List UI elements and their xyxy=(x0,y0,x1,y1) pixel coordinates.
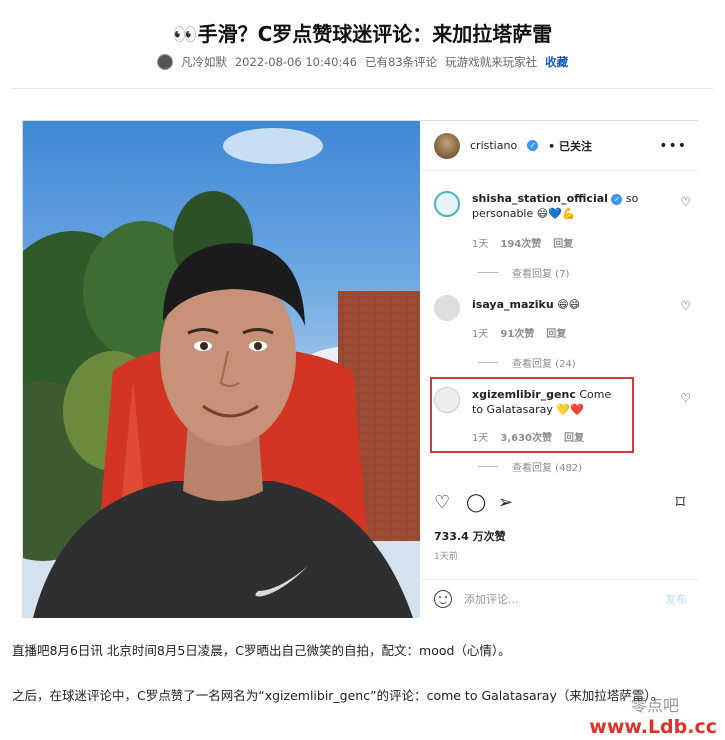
article-source[interactable]: 玩游戏就来玩家社 xyxy=(445,54,537,70)
comment-input[interactable]: 添加评论... xyxy=(464,591,519,607)
comment-likes[interactable]: 194次赞 xyxy=(500,235,541,250)
commenter-avatar[interactable] xyxy=(434,191,460,217)
heart-icon[interactable]: ♡ xyxy=(434,492,450,513)
author-name[interactable]: 凡冷如默 xyxy=(181,54,227,70)
comment-meta: 1天 194次赞 回复 xyxy=(472,235,573,250)
divider xyxy=(12,88,713,89)
author-avatar[interactable] xyxy=(156,54,173,70)
like-comment-icon[interactable]: ♡ xyxy=(680,195,691,209)
selfie-photo xyxy=(23,121,420,618)
posted-time: 1天前 xyxy=(434,552,458,562)
watermark-text: 零点吧 xyxy=(630,696,679,715)
article-meta: 凡冷如默 2022-08-06 10:40:46 已有83条评论 玩游戏就来玩家… xyxy=(0,54,725,70)
replies-divider xyxy=(478,466,498,467)
share-icon[interactable]: ➢ xyxy=(498,492,513,513)
reply-button[interactable]: 回复 xyxy=(546,325,566,340)
view-replies-label[interactable]: 查看回复 (482) xyxy=(512,459,582,474)
comment-body: 😄😄 xyxy=(557,298,581,311)
post-header: cristiano ✓ • 已关注 ••• xyxy=(420,121,699,171)
comment-text: shisha_station_official ✓ so personable … xyxy=(472,191,672,221)
article-title: 👀手滑？C罗点赞球迷评论：来加拉塔萨雷 xyxy=(172,22,553,46)
add-comment-bar: 添加评论... 发布 xyxy=(420,579,699,618)
comments-panel: cristiano ✓ • 已关注 ••• shisha_station_off… xyxy=(420,121,699,618)
commenter-avatar[interactable] xyxy=(434,295,460,321)
replies-divider xyxy=(478,272,498,273)
commenter-avatar[interactable] xyxy=(434,387,460,413)
like-comment-icon[interactable]: ♡ xyxy=(680,299,691,313)
view-replies[interactable]: 查看回复 (7) xyxy=(478,265,569,280)
comment-text: isaya_maziku 😄😄 xyxy=(472,297,672,312)
comment-text: xgizemlibir_genc Come to Galatasaray 💛❤️ xyxy=(472,387,622,417)
post-username[interactable]: cristiano xyxy=(470,139,517,152)
like-comment-icon[interactable]: ♡ xyxy=(680,391,691,405)
comment-count[interactable]: 已有83条评论 xyxy=(365,54,437,70)
commenter-name[interactable]: isaya_maziku xyxy=(472,298,554,311)
watermark: 零点吧 www.Ldb.cc xyxy=(589,692,717,738)
commenter-name[interactable]: xgizemlibir_genc xyxy=(472,388,576,401)
instagram-post-screenshot: cristiano ✓ • 已关注 ••• shisha_station_off… xyxy=(22,120,699,618)
commenter-name[interactable]: shisha_station_official xyxy=(472,192,608,205)
article-paragraph: 直播吧8月6日讯 北京时间8月5日凌晨，C罗晒出自己微笑的自拍，配文：mood（… xyxy=(12,643,511,658)
post-comment-button[interactable]: 发布 xyxy=(665,591,687,607)
view-replies-label[interactable]: 查看回复 (7) xyxy=(512,265,569,280)
profile-avatar[interactable] xyxy=(434,132,460,159)
verified-icon: ✓ xyxy=(611,194,623,205)
follow-status[interactable]: • 已关注 xyxy=(548,138,592,154)
comment-meta: 1天 3,630次赞 回复 xyxy=(472,429,584,444)
reply-button[interactable]: 回复 xyxy=(564,429,584,444)
publish-time: 2022-08-06 10:40:46 xyxy=(234,55,357,69)
bookmark-icon[interactable]: ⌑ xyxy=(676,492,685,513)
comment-time: 1天 xyxy=(472,329,489,340)
watermark-url: www.Ldb.cc xyxy=(589,716,717,738)
favorite-link[interactable]: 收藏 xyxy=(545,54,568,70)
comment-time: 1天 xyxy=(472,433,489,444)
view-replies-label[interactable]: 查看回复 (24) xyxy=(512,355,576,370)
comment-meta: 1天 91次赞 回复 xyxy=(472,325,566,340)
replies-divider xyxy=(478,362,498,363)
more-options-icon[interactable]: ••• xyxy=(659,138,687,154)
total-likes[interactable]: 733.4 万次赞 xyxy=(434,528,506,544)
post-actions: ♡ ◯ ➢ ⌑ xyxy=(420,488,699,518)
comment-time: 1天 xyxy=(472,239,489,250)
comment-likes[interactable]: 3,630次赞 xyxy=(500,429,552,444)
view-replies[interactable]: 查看回复 (24) xyxy=(478,355,576,370)
view-replies[interactable]: 查看回复 (482) xyxy=(478,459,582,474)
verified-icon: ✓ xyxy=(527,140,539,151)
comment-icon[interactable]: ◯ xyxy=(466,492,486,513)
emoji-icon[interactable] xyxy=(434,590,452,608)
comment-likes[interactable]: 91次赞 xyxy=(500,325,534,340)
reply-button[interactable]: 回复 xyxy=(553,235,573,250)
